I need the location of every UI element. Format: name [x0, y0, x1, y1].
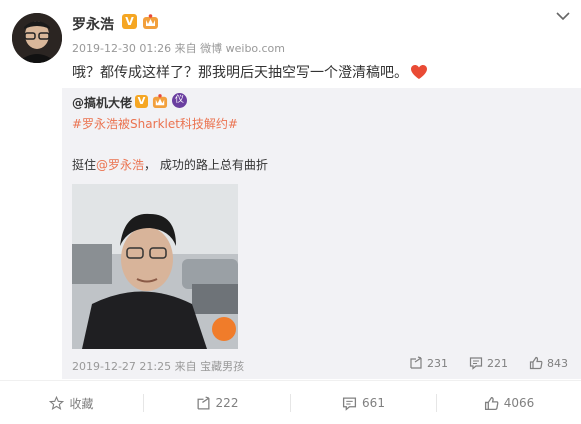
repost-source-prefix: 来自 — [174, 360, 197, 373]
repost-photo[interactable] — [72, 184, 238, 349]
repost-text-prefix: 挺住 — [72, 158, 97, 172]
weibo-post: 罗永浩 V 2019-12-30 01:26 来自 微博 weibo.com 哦… — [0, 0, 581, 424]
action-bar: 收藏 222 661 4066 — [0, 380, 581, 424]
like-count: 4066 — [503, 396, 535, 410]
repost-repost-stat[interactable]: 231 — [409, 356, 448, 370]
repost-like-count: 843 — [547, 356, 568, 370]
like-icon — [529, 356, 543, 370]
repost-comment-stat[interactable]: 221 — [469, 356, 508, 370]
repost-comment-count: 221 — [487, 356, 508, 370]
repost-text-suffix: ， 成功的路上总有曲折 — [144, 158, 268, 172]
repost-count: 222 — [215, 396, 239, 410]
repost-author[interactable]: @搞机大佬 — [72, 94, 132, 111]
author-name[interactable]: 罗永浩 — [72, 14, 114, 34]
repost-source[interactable]: 宝藏男孩 — [200, 360, 244, 373]
chevron-down-icon[interactable] — [555, 10, 571, 22]
source-prefix: 来自 — [174, 42, 197, 55]
repost-hashtag[interactable]: #罗永浩被Sharklet科技解约# — [72, 115, 238, 132]
comment-icon — [469, 357, 483, 370]
author-avatar[interactable] — [12, 13, 62, 63]
post-text: 哦？都传成这样了？那我明后天抽空写一个澄清稿吧。 — [72, 62, 428, 82]
post-timestamp[interactable]: 2019-12-30 01:26 — [72, 42, 171, 55]
verified-badge: V — [122, 14, 137, 29]
repost-purple-badge: 仪 — [172, 93, 187, 108]
repost-crown-badge-icon — [152, 94, 168, 109]
repost-button[interactable]: 222 — [144, 381, 290, 424]
comment-count: 661 — [362, 396, 385, 410]
post-meta: 2019-12-30 01:26 来自 微博 weibo.com — [72, 40, 285, 56]
repost-meta: 2019-12-27 21:25 来自 宝藏男孩 — [72, 358, 244, 374]
heart-icon — [411, 65, 427, 79]
repost-timestamp[interactable]: 2019-12-27 21:25 — [72, 360, 171, 373]
post-body: 哦？都传成这样了？那我明后天抽空写一个澄清稿吧。 — [72, 65, 408, 81]
favorite-label: 收藏 — [69, 396, 94, 411]
repost-text: 挺住@罗永浩， 成功的路上总有曲折 — [72, 156, 268, 173]
like-icon — [484, 396, 499, 410]
repost-icon — [197, 395, 210, 409]
repost-verified-badge: V — [135, 95, 148, 108]
repost-like-stat[interactable]: 843 — [529, 356, 568, 370]
like-button[interactable]: 4066 — [437, 381, 581, 424]
repost-card[interactable]: @搞机大佬 V 仪 #罗永浩被Sharklet科技解约# 挺住@罗永浩， 成功的… — [62, 88, 581, 379]
comment-button[interactable]: 661 — [291, 381, 436, 424]
repost-repost-count: 231 — [427, 356, 448, 370]
repost-mention[interactable]: @罗永浩 — [96, 158, 144, 172]
comment-icon — [343, 397, 357, 411]
star-icon — [49, 395, 65, 410]
crown-badge-icon — [143, 14, 158, 29]
post-source[interactable]: 微博 weibo.com — [200, 42, 285, 55]
favorite-button[interactable]: 收藏 — [0, 381, 143, 424]
repost-icon — [410, 356, 422, 369]
